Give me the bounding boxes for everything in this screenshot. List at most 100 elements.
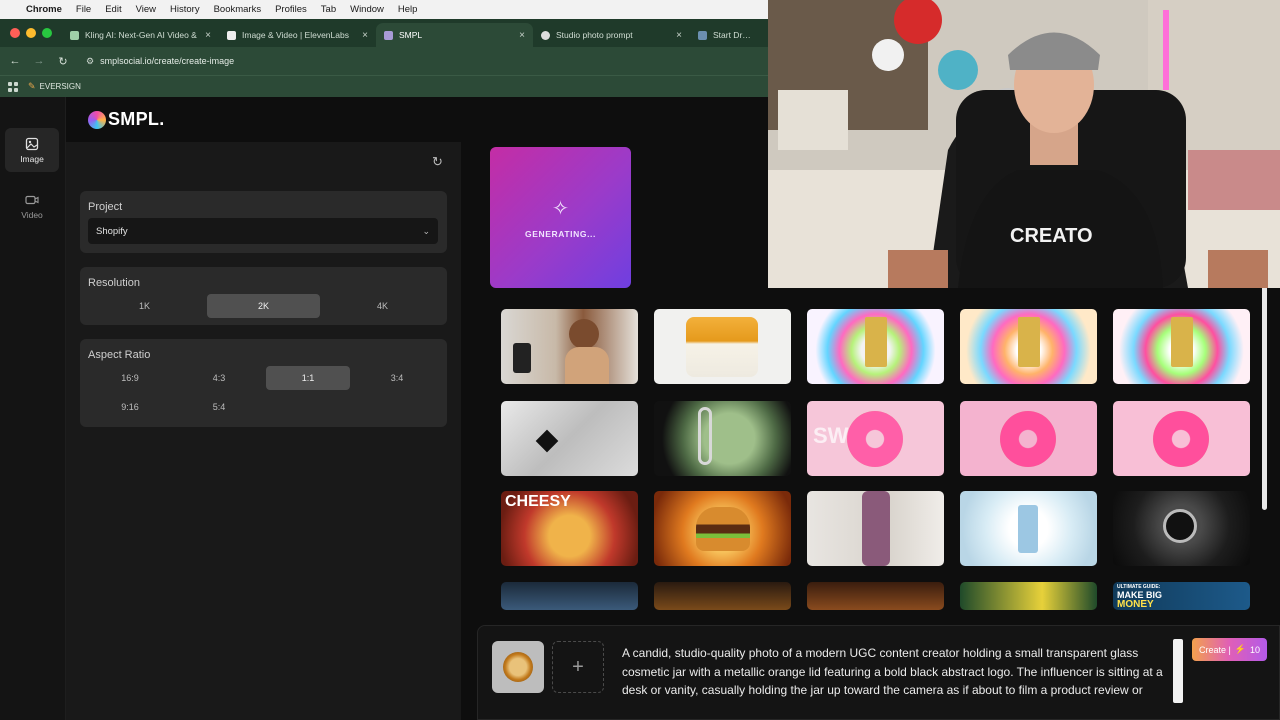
gallery-image-creator-jar[interactable] [501,309,638,384]
gallery-image-row4-1[interactable] [501,582,638,610]
address-bar[interactable]: ⚙ smplsocial.io/create/create-image [86,56,234,67]
menu-help[interactable]: Help [398,4,418,15]
generating-tile: ✧ GENERATING... [490,147,631,288]
prompt-scrollbar[interactable] [1173,639,1183,703]
tab-kling[interactable]: Kling AI: Next-Gen AI Video & × [62,23,219,47]
menu-edit[interactable]: Edit [105,4,121,15]
site-info-icon[interactable]: ⚙ [86,56,94,67]
gallery-image-donut-2[interactable] [960,401,1097,476]
reload-icon[interactable]: ↻ [56,55,70,68]
menu-file[interactable]: File [76,4,91,15]
rail-label: Image [20,153,44,164]
gallery-image-perfume-water[interactable] [960,491,1097,566]
forward-arrow-icon[interactable]: → [32,55,46,67]
gallery-image-donut-1[interactable]: SWEET [807,401,944,476]
gallery-image-row4-4[interactable] [960,582,1097,610]
aspect-1-1[interactable]: 1:1 [266,366,350,390]
menu-bookmarks[interactable]: Bookmarks [214,4,262,15]
gallery-image-make-big-money[interactable]: ULTIMATE GUIDE: MAKE BIG MONEY [1113,582,1250,610]
aspect-4-3[interactable]: 4:3 [177,366,261,390]
menu-history[interactable]: History [170,4,200,15]
logo-mark-icon [88,110,106,129]
menu-profiles[interactable]: Profiles [275,4,307,15]
sparkle-icon: ✧ [552,198,569,220]
menu-window[interactable]: Window [350,4,384,15]
resolution-1k[interactable]: 1K [88,294,201,318]
gallery-image-chain-heart[interactable] [501,401,638,476]
svg-text:CREATO: CREATO [1010,225,1093,247]
tab-elevenlabs[interactable]: Image & Video | ElevenLabs × [219,23,376,47]
close-tab-icon[interactable]: × [205,30,211,41]
browser-toolbar: ← → ↻ ⚙ smplsocial.io/create/create-imag… [0,47,768,75]
rail-label: Video [21,209,43,220]
aspect-9-16[interactable]: 9:16 [88,395,172,419]
tab-title: SMPL [399,30,423,40]
smpl-favicon-icon [384,30,393,40]
create-cost: 10 [1250,644,1261,655]
plus-icon: + [572,655,584,678]
tab-studio-prompt[interactable]: Studio photo prompt × [533,23,690,47]
close-tab-icon[interactable]: × [676,30,682,41]
close-window-button[interactable] [10,28,20,38]
gallery-image-row4-2[interactable] [654,582,791,610]
create-button[interactable]: Create | ⚡ 10 [1192,638,1267,661]
aspect-ratio-label: Aspect Ratio [88,349,151,361]
prompt-bar: + A candid, studio-quality photo of a mo… [477,625,1280,720]
add-reference-button[interactable]: + [552,641,604,693]
aspect-3-4[interactable]: 3:4 [355,366,439,390]
close-tab-icon[interactable]: × [362,30,368,41]
aspect-16-9[interactable]: 16:9 [88,366,172,390]
gallery-image-orange-jar[interactable] [654,309,791,384]
menu-view[interactable]: View [136,4,156,15]
gallery-image-perfume-splash-1[interactable] [807,309,944,384]
gallery-image-perfume-splash-3[interactable] [1113,309,1250,384]
minimize-window-button[interactable] [26,28,36,38]
gallery-image-row4-3[interactable] [807,582,944,610]
gallery-image-donut-3[interactable] [1113,401,1250,476]
gallery-image-burger[interactable] [654,491,791,566]
tab-title: Image & Video | ElevenLabs [242,30,349,40]
smpl-logo[interactable]: SMPL. [88,109,165,130]
menu-chrome[interactable]: Chrome [26,4,62,15]
tab-title: Start Dropship [713,30,754,40]
url-text[interactable]: smplsocial.io/create/create-image [100,56,234,66]
resolution-4k[interactable]: 4K [326,294,439,318]
project-label: Project [88,201,123,213]
resolution-label: Resolution [88,277,140,289]
tab-title: Kling AI: Next-Gen AI Video & [85,30,197,40]
rail-item-video[interactable]: Video [5,184,59,228]
bookmarks-bar: ✎ EVERSIGN [0,75,768,97]
kling-favicon-icon [70,30,79,40]
menu-tab[interactable]: Tab [321,4,336,15]
bookmark-label: EVERSIGN [39,82,81,91]
reference-image[interactable] [492,641,544,693]
dropship-favicon-icon [698,30,707,40]
tab-smpl[interactable]: SMPL × [376,23,533,47]
tab-title: Studio photo prompt [556,30,633,40]
bookmark-eversign[interactable]: ✎ EVERSIGN [28,81,81,92]
close-tab-icon[interactable]: × [519,30,525,41]
tab-dropship[interactable]: Start Dropship [690,23,762,47]
thumb-caption: CHEESY [505,493,571,510]
aspect-5-4[interactable]: 5:4 [177,395,261,419]
thumb-caption: MONEY [1117,599,1154,610]
gallery-image-perfume-splash-2[interactable] [960,309,1097,384]
feather-icon: ✎ [28,81,36,91]
gallery-image-watch[interactable] [1113,491,1250,566]
left-rail: Image Video [0,97,66,720]
elevenlabs-favicon-icon [227,30,236,40]
resolution-2k[interactable]: 2K [207,294,320,318]
refresh-icon[interactable]: ↻ [432,154,443,170]
gallery-image-leggings[interactable] [807,491,944,566]
zoom-window-button[interactable] [42,28,52,38]
rail-item-image[interactable]: Image [5,128,59,172]
gallery-image-cheesy-pizza[interactable]: CHEESY [501,491,638,566]
chatgpt-favicon-icon [541,30,550,40]
prompt-input[interactable]: A candid, studio-quality photo of a mode… [622,644,1167,714]
back-arrow-icon[interactable]: ← [8,55,22,67]
gallery-image-money-clip[interactable] [654,401,791,476]
project-card: Project Shopify ⌄ [80,191,447,253]
browser-tabstrip: Kling AI: Next-Gen AI Video & × Image & … [0,19,768,47]
apps-grid-icon[interactable] [8,81,18,92]
project-select[interactable]: Shopify ⌄ [88,218,438,244]
